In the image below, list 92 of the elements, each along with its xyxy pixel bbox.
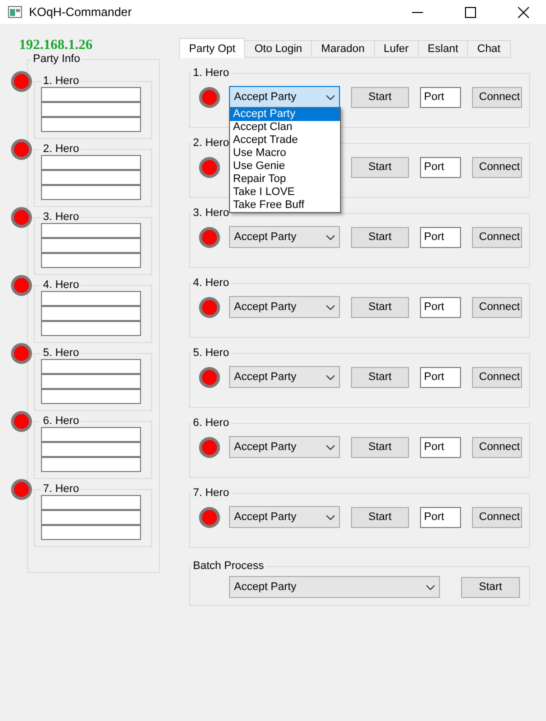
group-title: 1. Hero xyxy=(42,75,80,87)
group-title: 6. Hero xyxy=(42,415,80,427)
action-dropdown[interactable]: Accept Party xyxy=(229,576,440,598)
tab[interactable]: Oto Login xyxy=(244,40,312,58)
start-button[interactable]: Start xyxy=(461,576,520,598)
group-title: 7. Hero xyxy=(192,487,230,499)
group-title: Batch Process xyxy=(192,560,265,572)
input-field[interactable] xyxy=(41,238,141,253)
action-dropdown[interactable]: Accept Party xyxy=(229,436,340,458)
port-field[interactable]: Port xyxy=(420,226,461,248)
input-field[interactable] xyxy=(41,155,141,170)
close-icon xyxy=(518,6,528,18)
port-field[interactable]: Port xyxy=(420,366,461,388)
start-button[interactable]: Start xyxy=(351,436,409,458)
tab[interactable]: Maradon xyxy=(311,40,375,58)
group-title: 5. Hero xyxy=(192,347,230,359)
connect-button[interactable]: Connect xyxy=(472,226,522,248)
group-title: Party Info xyxy=(32,53,82,65)
action-dropdown[interactable]: Accept Party xyxy=(229,366,340,388)
dropdown-option[interactable]: Accept Clan xyxy=(230,121,340,134)
input-field[interactable] xyxy=(41,510,141,525)
dropdown-option[interactable]: Accept Party xyxy=(230,108,340,121)
chevron-down-icon xyxy=(326,304,335,310)
input-field[interactable] xyxy=(41,87,141,102)
group-title: 3. Hero xyxy=(42,211,80,223)
connect-button[interactable]: Connect xyxy=(472,506,522,528)
chevron-down-icon xyxy=(326,94,335,100)
start-button[interactable]: Start xyxy=(351,226,409,248)
chevron-down-icon xyxy=(326,444,335,450)
tab[interactable]: Party Opt xyxy=(179,38,246,58)
chevron-down-icon xyxy=(326,374,335,380)
dropdown-option[interactable]: Use Macro xyxy=(230,147,340,160)
start-button[interactable]: Start xyxy=(351,506,409,528)
tab[interactable]: Eslant xyxy=(418,40,468,58)
action-dropdown[interactable]: Accept Party xyxy=(229,86,340,108)
input-field[interactable] xyxy=(41,102,141,117)
dropdown-option[interactable]: Take Free Buff xyxy=(230,199,340,212)
input-field[interactable] xyxy=(41,170,141,185)
action-dropdown[interactable]: Accept Party xyxy=(229,226,340,248)
input-field[interactable] xyxy=(41,223,141,238)
maximize-icon xyxy=(464,6,476,18)
start-button[interactable]: Start xyxy=(351,156,409,178)
ip-address: 192.168.1.26 xyxy=(19,38,94,54)
input-field[interactable] xyxy=(41,117,141,132)
connect-button[interactable]: Connect xyxy=(472,436,522,458)
start-button[interactable]: Start xyxy=(351,366,409,388)
app-icon xyxy=(8,6,22,18)
port-field[interactable]: Port xyxy=(420,86,461,108)
input-field[interactable] xyxy=(41,359,141,374)
input-field[interactable] xyxy=(41,374,141,389)
group-title: 4. Hero xyxy=(192,277,230,289)
group-title: 4. Hero xyxy=(42,279,80,291)
group-title: 2. Hero xyxy=(42,143,80,155)
input-field[interactable] xyxy=(41,427,141,442)
start-button[interactable]: Start xyxy=(351,86,409,108)
port-field[interactable]: Port xyxy=(420,296,461,318)
port-field[interactable]: Port xyxy=(420,436,461,458)
dropdown-option[interactable]: Repair Top xyxy=(230,173,340,186)
action-dropdown[interactable]: Accept Party xyxy=(229,296,340,318)
port-field[interactable]: Port xyxy=(420,156,461,178)
dropdown-option[interactable]: Use Genie xyxy=(230,160,340,173)
input-field[interactable] xyxy=(41,525,141,540)
dropdown-option[interactable]: Take I LOVE xyxy=(230,186,340,199)
port-field[interactable]: Port xyxy=(420,506,461,528)
chevron-down-icon xyxy=(426,584,435,590)
input-field[interactable] xyxy=(41,457,141,472)
group-title: 2. Hero xyxy=(192,137,230,149)
input-field[interactable] xyxy=(41,389,141,404)
input-field[interactable] xyxy=(41,185,141,200)
dropdown-option[interactable]: Accept Trade xyxy=(230,134,340,147)
tab[interactable]: Lufer xyxy=(374,40,419,58)
connect-button[interactable]: Connect xyxy=(472,86,522,108)
input-field[interactable] xyxy=(41,442,141,457)
window-title: KOqH-Commander xyxy=(29,5,133,19)
group-title: 3. Hero xyxy=(192,207,230,219)
group-title: 6. Hero xyxy=(192,417,230,429)
group-title: 7. Hero xyxy=(42,483,80,495)
chevron-down-icon xyxy=(326,234,335,240)
start-button[interactable]: Start xyxy=(351,296,409,318)
tab[interactable]: Chat xyxy=(467,40,510,58)
connect-button[interactable]: Connect xyxy=(472,366,522,388)
group-title: 5. Hero xyxy=(42,347,80,359)
input-field[interactable] xyxy=(41,253,141,268)
connect-button[interactable]: Connect xyxy=(472,156,522,178)
input-field[interactable] xyxy=(41,495,141,510)
input-field[interactable] xyxy=(41,321,141,336)
action-dropdown[interactable]: Accept Party xyxy=(229,506,340,528)
connect-button[interactable]: Connect xyxy=(472,296,522,318)
group-title: 1. Hero xyxy=(192,67,230,79)
chevron-down-icon xyxy=(326,514,335,520)
input-field[interactable] xyxy=(41,291,141,306)
input-field[interactable] xyxy=(41,306,141,321)
